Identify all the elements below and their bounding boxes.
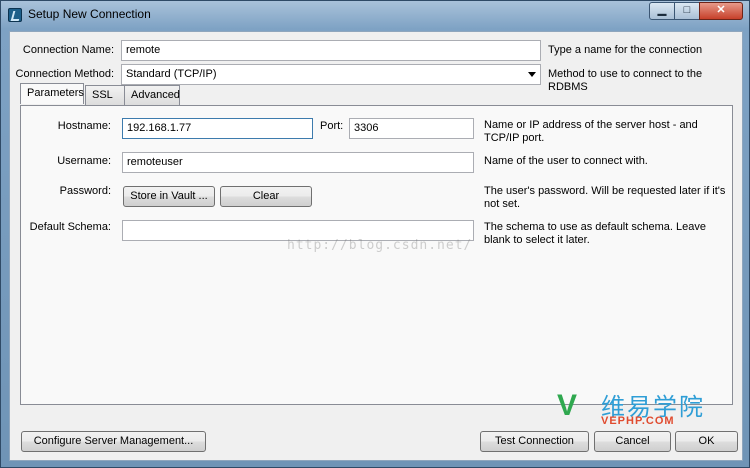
- window-title: Setup New Connection: [28, 7, 151, 21]
- connection-name-help: Type a name for the connection: [548, 44, 703, 56]
- hostname-label: Hostname:: [57, 120, 111, 132]
- title-bar[interactable]: Setup New Connection ▁ □ ✕: [1, 1, 749, 29]
- hostname-help-line-1: Name or IP address of the server host - …: [484, 119, 698, 131]
- blog-watermark: http://blog.csdn.net/: [287, 238, 473, 253]
- close-button[interactable]: ✕: [699, 2, 743, 20]
- hostname-help-line-2: TCP/IP port.: [484, 132, 545, 144]
- store-in-vault-button[interactable]: Store in Vault ...: [123, 186, 215, 207]
- ok-button[interactable]: OK: [675, 431, 738, 452]
- connection-method-select[interactable]: Standard (TCP/IP): [121, 64, 541, 85]
- default-schema-help-line-2: blank to select it later.: [484, 234, 590, 246]
- dropdown-arrow-icon: [528, 72, 536, 77]
- tab-ssl[interactable]: SSL: [85, 85, 125, 105]
- tab-advanced[interactable]: Advanced: [124, 85, 180, 105]
- parameters-panel: Hostname: 192.168.1.77 Port: 3306 Name o…: [20, 105, 733, 405]
- connection-name-label: Connection Name:: [22, 44, 114, 56]
- password-help-line-2: not set.: [484, 198, 521, 210]
- workbench-app-icon: [8, 8, 22, 22]
- maximize-button[interactable]: □: [674, 2, 700, 20]
- connection-name-input[interactable]: remote: [121, 40, 541, 61]
- configure-server-management-button[interactable]: Configure Server Management...: [21, 431, 206, 452]
- username-help: Name of the user to connect with.: [484, 155, 648, 167]
- test-connection-button[interactable]: Test Connection: [480, 431, 589, 452]
- clear-password-button[interactable]: Clear: [220, 186, 312, 207]
- default-schema-label: Default Schema:: [29, 221, 111, 233]
- tab-parameters[interactable]: Parameters: [20, 83, 84, 104]
- cancel-button[interactable]: Cancel: [594, 431, 671, 452]
- default-schema-help-line-1: The schema to use as default schema. Lea…: [484, 221, 706, 233]
- username-label: Username:: [57, 155, 111, 167]
- password-help-line-1: The user's password. Will be requested l…: [484, 185, 726, 197]
- username-input[interactable]: remoteuser: [122, 152, 474, 173]
- port-label: Port:: [320, 120, 344, 132]
- hostname-input[interactable]: 192.168.1.77: [122, 118, 313, 139]
- port-input[interactable]: 3306: [349, 118, 474, 139]
- password-label: Password:: [59, 185, 111, 197]
- vephp-logo-english-text: VEPHP.COM: [601, 415, 675, 427]
- minimize-button[interactable]: ▁: [649, 2, 675, 20]
- connection-method-label: Connection Method:: [15, 68, 114, 80]
- connection-method-value: Standard (TCP/IP): [126, 68, 217, 80]
- vephp-logo-mark: V: [557, 389, 578, 422]
- setup-connection-window: Setup New Connection ▁ □ ✕ Connection Na…: [0, 0, 750, 468]
- connection-method-help: Method to use to connect to the RDBMS: [548, 68, 703, 93]
- vephp-watermark-logo: V 维易学院 VEPHP.COM: [557, 387, 745, 429]
